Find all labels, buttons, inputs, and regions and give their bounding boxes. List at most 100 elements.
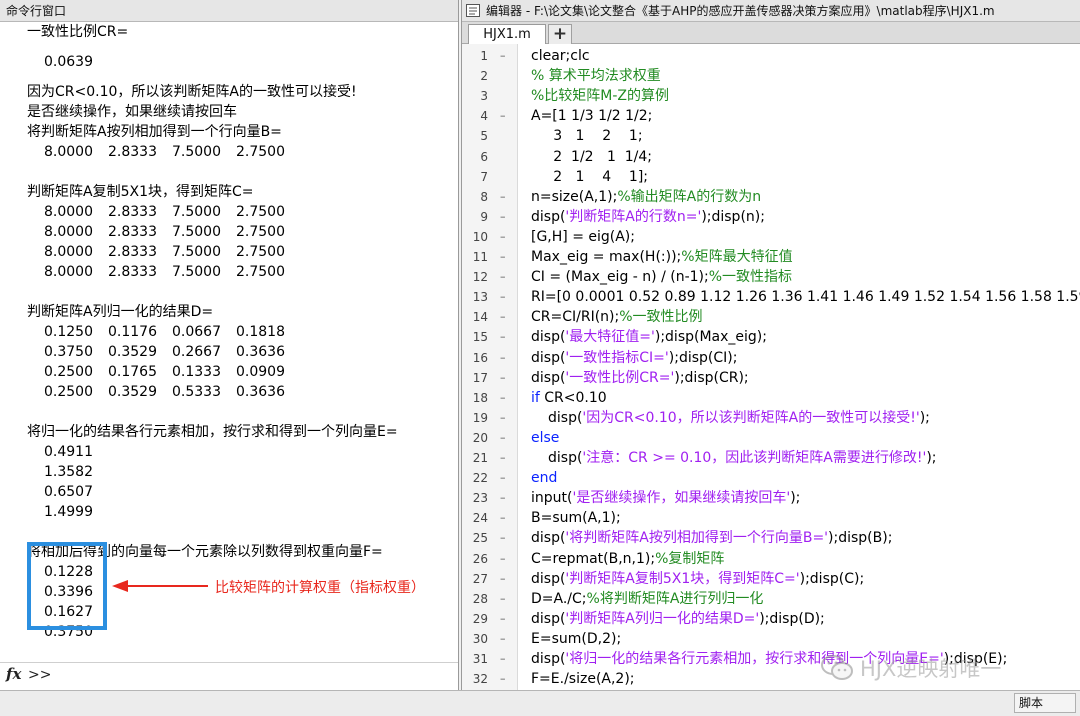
- code-line[interactable]: CR=CI/RI(n);%一致性比例: [531, 307, 703, 327]
- code-token: CR<0.10: [539, 389, 607, 406]
- matrix-cell: 2.7500: [236, 224, 285, 240]
- code-comment: %一致性比例: [619, 309, 703, 326]
- editor-titlebar: 编辑器 - F:\论文集\论文整合《基于AHP的感应开盖传感器决策方案应用》\m…: [462, 0, 1080, 22]
- code-token: disp(: [548, 409, 583, 426]
- weight-annotation: 比较矩阵的计算权重（指标权重）: [215, 580, 425, 596]
- code-token: D=A./C;: [531, 590, 587, 607]
- command-prompt-row[interactable]: fx >>: [0, 662, 458, 690]
- code-line[interactable]: disp('一致性比例CR=');disp(CR);: [531, 368, 749, 388]
- code-line[interactable]: Max_eig = max(H(:));%矩阵最大特征值: [531, 247, 793, 267]
- command-window[interactable]: 命令行窗口 一致性比例CR= 0.0639 因为CR<0.10，所以该判断矩阵A的一…: [0, 0, 459, 690]
- code-line[interactable]: disp('一致性指标CI=');disp(CI);: [531, 348, 737, 368]
- code-line[interactable]: disp('最大特征值=');disp(Max_eig);: [531, 327, 767, 347]
- breakpoint-marker[interactable]: –: [500, 589, 506, 609]
- breakpoint-marker[interactable]: –: [500, 669, 506, 689]
- fx-icon[interactable]: fx: [6, 665, 21, 683]
- breakpoint-marker[interactable]: –: [500, 348, 506, 368]
- code-line[interactable]: % 算术平均法求权重: [531, 66, 661, 86]
- code-line[interactable]: disp('判断矩阵A复制5X1块，得到矩阵C=');disp(C);: [531, 569, 864, 589]
- breakpoint-marker[interactable]: –: [500, 247, 506, 267]
- code-line[interactable]: [G,H] = eig(A);: [531, 227, 635, 247]
- breakpoint-marker[interactable]: –: [500, 528, 506, 548]
- code-area[interactable]: 1–2 3 4–5 6 7 8–9–10–11–12–13–14–15–16–17–18–…: [462, 44, 1080, 690]
- breakpoint-marker[interactable]: –: [500, 327, 506, 347]
- line-number: 18: [472, 390, 488, 405]
- code-line[interactable]: disp('判断矩阵A列归一化的结果D=');disp(D);: [531, 609, 825, 629]
- breakpoint-marker[interactable]: –: [500, 187, 506, 207]
- matrix-cell: 0.1818: [236, 324, 285, 340]
- status-mode: 脚本: [1014, 693, 1076, 713]
- breakpoint-marker[interactable]: –: [500, 448, 506, 468]
- breakpoint-marker[interactable]: –: [500, 388, 506, 408]
- code-line[interactable]: B=sum(A,1);: [531, 508, 621, 528]
- code-line[interactable]: CI = (Max_eig - n) / (n-1);%一致性指标: [531, 267, 792, 287]
- code-line[interactable]: A=[1 1/3 1/2 1/2;: [531, 106, 652, 126]
- breakpoint-marker[interactable]: –: [500, 468, 506, 488]
- code-token: CR=CI/RI(n);: [531, 309, 620, 326]
- line-number: 25: [472, 531, 488, 546]
- code-line[interactable]: D=A./C;%将判断矩阵A进行列归一化: [531, 589, 763, 609]
- code-line[interactable]: disp('将判断矩阵A按列相加得到一个行向量B=');disp(B);: [531, 528, 892, 548]
- code-line[interactable]: else: [531, 428, 559, 448]
- breakpoint-marker[interactable]: –: [500, 207, 506, 227]
- code-token: E=sum(D,2);: [531, 630, 622, 647]
- matrix-cell: 8.0000: [44, 224, 93, 240]
- matrix-row: 8.0000 2.8333 7.5000 2.7500: [44, 222, 300, 242]
- breakpoint-marker[interactable]: –: [500, 287, 506, 307]
- matrix-cell: 0.3636: [236, 344, 285, 360]
- code-line[interactable]: 2 1/2 1 1/4;: [531, 147, 652, 167]
- breakpoint-marker[interactable]: –: [500, 428, 506, 448]
- matrix-cell: 0.1250: [44, 324, 93, 340]
- add-tab-button[interactable]: +: [548, 24, 572, 44]
- line-number: 27: [472, 571, 488, 586]
- code-line[interactable]: input('是否继续操作，如果继续请按回车');: [531, 488, 800, 508]
- matrix-cell: 7.5000: [172, 244, 221, 260]
- breakpoint-marker[interactable]: –: [500, 649, 506, 669]
- code-line[interactable]: end: [531, 468, 557, 488]
- line-number: 13: [472, 290, 488, 305]
- breakpoint-marker[interactable]: –: [500, 629, 506, 649]
- status-bar: 脚本: [0, 690, 1080, 716]
- code-line[interactable]: F=E./size(A,2);: [531, 669, 635, 689]
- matrix-cell: 2.7500: [236, 144, 285, 160]
- code-line[interactable]: clear;clc: [531, 46, 590, 66]
- matrix-cell: 0.2667: [172, 344, 221, 360]
- breakpoint-marker[interactable]: –: [500, 408, 506, 428]
- breakpoint-marker[interactable]: –: [500, 569, 506, 589]
- breakpoint-marker[interactable]: –: [500, 368, 506, 388]
- breakpoint-marker[interactable]: –: [500, 267, 506, 287]
- code-token: );disp(Max_eig);: [654, 329, 767, 346]
- code-line[interactable]: 2 1 4 1];: [531, 167, 648, 187]
- command-prompt[interactable]: >>: [28, 667, 51, 683]
- code-token: [G,H] = eig(A);: [531, 228, 635, 245]
- code-line[interactable]: E=sum(D,2);: [531, 629, 621, 649]
- code-line[interactable]: 3 1 2 1;: [531, 126, 642, 146]
- breakpoint-marker[interactable]: –: [500, 106, 506, 126]
- code-line[interactable]: RI=[0 0.0001 0.52 0.89 1.12 1.26 1.36 1.…: [531, 287, 1080, 307]
- breakpoint-marker[interactable]: –: [500, 508, 506, 528]
- matrix-cell: 0.3750: [44, 344, 93, 360]
- code-string: '判断矩阵A复制5X1块，得到矩阵C=': [565, 570, 800, 587]
- output-value: 0.4911: [44, 444, 93, 460]
- code-line[interactable]: disp('判断矩阵A的行数n=');disp(n);: [531, 207, 765, 227]
- code-line[interactable]: C=repmat(B,n,1);%复制矩阵: [531, 549, 724, 569]
- breakpoint-marker[interactable]: –: [500, 227, 506, 247]
- breakpoint-marker[interactable]: –: [500, 46, 506, 66]
- breakpoint-marker[interactable]: –: [500, 549, 506, 569]
- matrix-row: 8.0000 2.8333 7.5000 2.7500: [44, 242, 300, 262]
- editor-window[interactable]: 编辑器 - F:\论文集\论文整合《基于AHP的感应开盖传感器决策方案应用》\m…: [461, 0, 1080, 690]
- code-line[interactable]: if CR<0.10: [531, 388, 607, 408]
- code-token: disp(: [531, 329, 566, 346]
- tab-hjx1-m[interactable]: HJX1.m: [468, 24, 546, 44]
- code-line[interactable]: %比较矩阵M-Z的算例: [531, 86, 669, 106]
- breakpoint-marker[interactable]: –: [500, 488, 506, 508]
- line-number: 8: [480, 189, 488, 204]
- matrix-cell: 0.0667: [172, 324, 221, 340]
- breakpoint-marker[interactable]: –: [500, 609, 506, 629]
- code-line[interactable]: disp('注意：CR >= 0.10，因此该判断矩阵A需要进行修改!');: [548, 448, 937, 468]
- code-line[interactable]: disp('因为CR<0.10，所以该判断矩阵A的一致性可以接受!');: [548, 408, 930, 428]
- line-number: 3: [480, 89, 488, 104]
- code-line[interactable]: n=size(A,1);%输出矩阵A的行数为n: [531, 187, 761, 207]
- breakpoint-marker[interactable]: –: [500, 307, 506, 327]
- matrix-cell: 0.3636: [236, 384, 285, 400]
